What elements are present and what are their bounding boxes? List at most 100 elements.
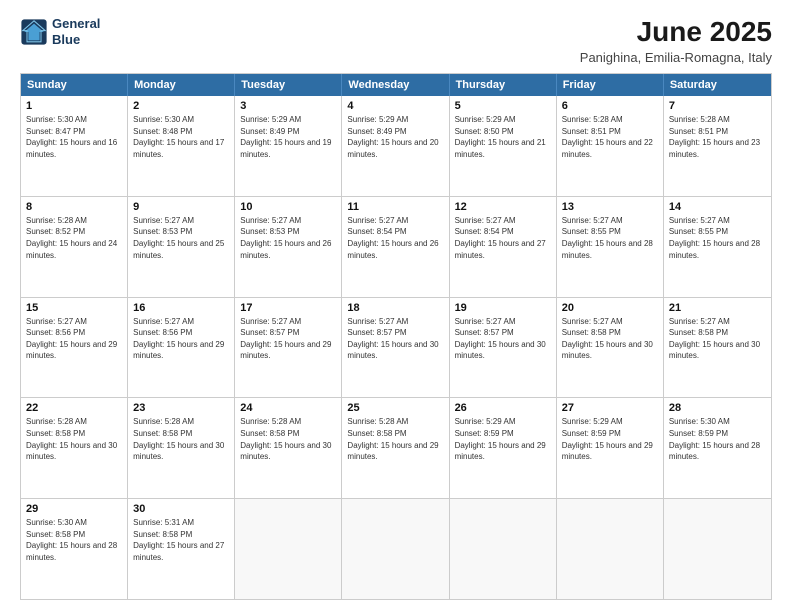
day-number: 21 — [669, 302, 766, 314]
cal-cell-1-1: 1 Sunrise: 5:30 AM Sunset: 8:47 PM Dayli… — [21, 96, 128, 196]
day-number: 2 — [133, 100, 229, 112]
logo: General Blue — [20, 16, 100, 47]
title-block: June 2025 Panighina, Emilia-Romagna, Ita… — [580, 16, 772, 65]
cal-cell-2-3: 10 Sunrise: 5:27 AM Sunset: 8:53 PM Dayl… — [235, 197, 342, 297]
day-number: 27 — [562, 402, 658, 414]
header-friday: Friday — [557, 74, 664, 96]
cal-cell-4-2: 23 Sunrise: 5:28 AM Sunset: 8:58 PM Dayl… — [128, 398, 235, 498]
logo-text: General Blue — [52, 16, 100, 47]
cal-cell-5-3 — [235, 499, 342, 599]
day-number: 26 — [455, 402, 551, 414]
day-info: Sunrise: 5:27 AM Sunset: 8:54 PM Dayligh… — [455, 215, 551, 261]
header-saturday: Saturday — [664, 74, 771, 96]
cal-cell-2-2: 9 Sunrise: 5:27 AM Sunset: 8:53 PM Dayli… — [128, 197, 235, 297]
day-number: 23 — [133, 402, 229, 414]
day-info: Sunrise: 5:29 AM Sunset: 8:50 PM Dayligh… — [455, 114, 551, 160]
day-number: 20 — [562, 302, 658, 314]
calendar: Sunday Monday Tuesday Wednesday Thursday… — [20, 73, 772, 600]
calendar-subtitle: Panighina, Emilia-Romagna, Italy — [580, 50, 772, 65]
day-info: Sunrise: 5:27 AM Sunset: 8:56 PM Dayligh… — [26, 316, 122, 362]
day-info: Sunrise: 5:30 AM Sunset: 8:47 PM Dayligh… — [26, 114, 122, 160]
cal-cell-1-5: 5 Sunrise: 5:29 AM Sunset: 8:50 PM Dayli… — [450, 96, 557, 196]
cal-cell-4-1: 22 Sunrise: 5:28 AM Sunset: 8:58 PM Dayl… — [21, 398, 128, 498]
cal-cell-2-5: 12 Sunrise: 5:27 AM Sunset: 8:54 PM Dayl… — [450, 197, 557, 297]
day-info: Sunrise: 5:29 AM Sunset: 8:49 PM Dayligh… — [240, 114, 336, 160]
cal-cell-5-4 — [342, 499, 449, 599]
cal-cell-5-6 — [557, 499, 664, 599]
day-info: Sunrise: 5:27 AM Sunset: 8:58 PM Dayligh… — [562, 316, 658, 362]
day-info: Sunrise: 5:28 AM Sunset: 8:58 PM Dayligh… — [26, 416, 122, 462]
day-info: Sunrise: 5:28 AM Sunset: 8:51 PM Dayligh… — [669, 114, 766, 160]
calendar-row-1: 1 Sunrise: 5:30 AM Sunset: 8:47 PM Dayli… — [21, 96, 771, 196]
day-info: Sunrise: 5:29 AM Sunset: 8:49 PM Dayligh… — [347, 114, 443, 160]
day-info: Sunrise: 5:27 AM Sunset: 8:57 PM Dayligh… — [455, 316, 551, 362]
cal-cell-3-1: 15 Sunrise: 5:27 AM Sunset: 8:56 PM Dayl… — [21, 298, 128, 398]
day-info: Sunrise: 5:27 AM Sunset: 8:56 PM Dayligh… — [133, 316, 229, 362]
day-info: Sunrise: 5:27 AM Sunset: 8:57 PM Dayligh… — [347, 316, 443, 362]
cal-cell-4-6: 27 Sunrise: 5:29 AM Sunset: 8:59 PM Dayl… — [557, 398, 664, 498]
header-tuesday: Tuesday — [235, 74, 342, 96]
header-thursday: Thursday — [450, 74, 557, 96]
day-number: 15 — [26, 302, 122, 314]
day-info: Sunrise: 5:30 AM Sunset: 8:59 PM Dayligh… — [669, 416, 766, 462]
calendar-row-4: 22 Sunrise: 5:28 AM Sunset: 8:58 PM Dayl… — [21, 397, 771, 498]
day-info: Sunrise: 5:29 AM Sunset: 8:59 PM Dayligh… — [455, 416, 551, 462]
day-number: 8 — [26, 201, 122, 213]
day-number: 13 — [562, 201, 658, 213]
day-number: 28 — [669, 402, 766, 414]
day-number: 22 — [26, 402, 122, 414]
day-number: 6 — [562, 100, 658, 112]
day-number: 16 — [133, 302, 229, 314]
cal-cell-2-1: 8 Sunrise: 5:28 AM Sunset: 8:52 PM Dayli… — [21, 197, 128, 297]
calendar-page: General Blue June 2025 Panighina, Emilia… — [0, 0, 792, 612]
cal-cell-3-5: 19 Sunrise: 5:27 AM Sunset: 8:57 PM Dayl… — [450, 298, 557, 398]
day-info: Sunrise: 5:27 AM Sunset: 8:55 PM Dayligh… — [562, 215, 658, 261]
day-info: Sunrise: 5:28 AM Sunset: 8:58 PM Dayligh… — [347, 416, 443, 462]
cal-cell-3-2: 16 Sunrise: 5:27 AM Sunset: 8:56 PM Dayl… — [128, 298, 235, 398]
day-number: 25 — [347, 402, 443, 414]
day-number: 3 — [240, 100, 336, 112]
day-number: 7 — [669, 100, 766, 112]
day-info: Sunrise: 5:31 AM Sunset: 8:58 PM Dayligh… — [133, 517, 229, 563]
cal-cell-2-7: 14 Sunrise: 5:27 AM Sunset: 8:55 PM Dayl… — [664, 197, 771, 297]
day-number: 14 — [669, 201, 766, 213]
day-info: Sunrise: 5:27 AM Sunset: 8:53 PM Dayligh… — [133, 215, 229, 261]
cal-cell-4-7: 28 Sunrise: 5:30 AM Sunset: 8:59 PM Dayl… — [664, 398, 771, 498]
day-info: Sunrise: 5:30 AM Sunset: 8:58 PM Dayligh… — [26, 517, 122, 563]
cal-cell-4-4: 25 Sunrise: 5:28 AM Sunset: 8:58 PM Dayl… — [342, 398, 449, 498]
cal-cell-3-3: 17 Sunrise: 5:27 AM Sunset: 8:57 PM Dayl… — [235, 298, 342, 398]
day-number: 30 — [133, 503, 229, 515]
calendar-row-3: 15 Sunrise: 5:27 AM Sunset: 8:56 PM Dayl… — [21, 297, 771, 398]
cal-cell-5-1: 29 Sunrise: 5:30 AM Sunset: 8:58 PM Dayl… — [21, 499, 128, 599]
day-info: Sunrise: 5:30 AM Sunset: 8:48 PM Dayligh… — [133, 114, 229, 160]
day-number: 24 — [240, 402, 336, 414]
calendar-row-2: 8 Sunrise: 5:28 AM Sunset: 8:52 PM Dayli… — [21, 196, 771, 297]
cal-cell-3-6: 20 Sunrise: 5:27 AM Sunset: 8:58 PM Dayl… — [557, 298, 664, 398]
day-number: 5 — [455, 100, 551, 112]
day-info: Sunrise: 5:28 AM Sunset: 8:51 PM Dayligh… — [562, 114, 658, 160]
day-info: Sunrise: 5:27 AM Sunset: 8:54 PM Dayligh… — [347, 215, 443, 261]
day-info: Sunrise: 5:28 AM Sunset: 8:52 PM Dayligh… — [26, 215, 122, 261]
calendar-body: 1 Sunrise: 5:30 AM Sunset: 8:47 PM Dayli… — [21, 96, 771, 599]
cal-cell-1-7: 7 Sunrise: 5:28 AM Sunset: 8:51 PM Dayli… — [664, 96, 771, 196]
header-sunday: Sunday — [21, 74, 128, 96]
calendar-title: June 2025 — [580, 16, 772, 48]
header-monday: Monday — [128, 74, 235, 96]
day-number: 12 — [455, 201, 551, 213]
header-wednesday: Wednesday — [342, 74, 449, 96]
cal-cell-3-4: 18 Sunrise: 5:27 AM Sunset: 8:57 PM Dayl… — [342, 298, 449, 398]
cal-cell-1-2: 2 Sunrise: 5:30 AM Sunset: 8:48 PM Dayli… — [128, 96, 235, 196]
logo-icon — [20, 18, 48, 46]
calendar-row-5: 29 Sunrise: 5:30 AM Sunset: 8:58 PM Dayl… — [21, 498, 771, 599]
day-number: 1 — [26, 100, 122, 112]
day-number: 29 — [26, 503, 122, 515]
cal-cell-2-6: 13 Sunrise: 5:27 AM Sunset: 8:55 PM Dayl… — [557, 197, 664, 297]
day-number: 10 — [240, 201, 336, 213]
day-number: 9 — [133, 201, 229, 213]
day-info: Sunrise: 5:27 AM Sunset: 8:57 PM Dayligh… — [240, 316, 336, 362]
cal-cell-2-4: 11 Sunrise: 5:27 AM Sunset: 8:54 PM Dayl… — [342, 197, 449, 297]
day-info: Sunrise: 5:28 AM Sunset: 8:58 PM Dayligh… — [240, 416, 336, 462]
cal-cell-3-7: 21 Sunrise: 5:27 AM Sunset: 8:58 PM Dayl… — [664, 298, 771, 398]
day-info: Sunrise: 5:27 AM Sunset: 8:58 PM Dayligh… — [669, 316, 766, 362]
day-info: Sunrise: 5:27 AM Sunset: 8:55 PM Dayligh… — [669, 215, 766, 261]
